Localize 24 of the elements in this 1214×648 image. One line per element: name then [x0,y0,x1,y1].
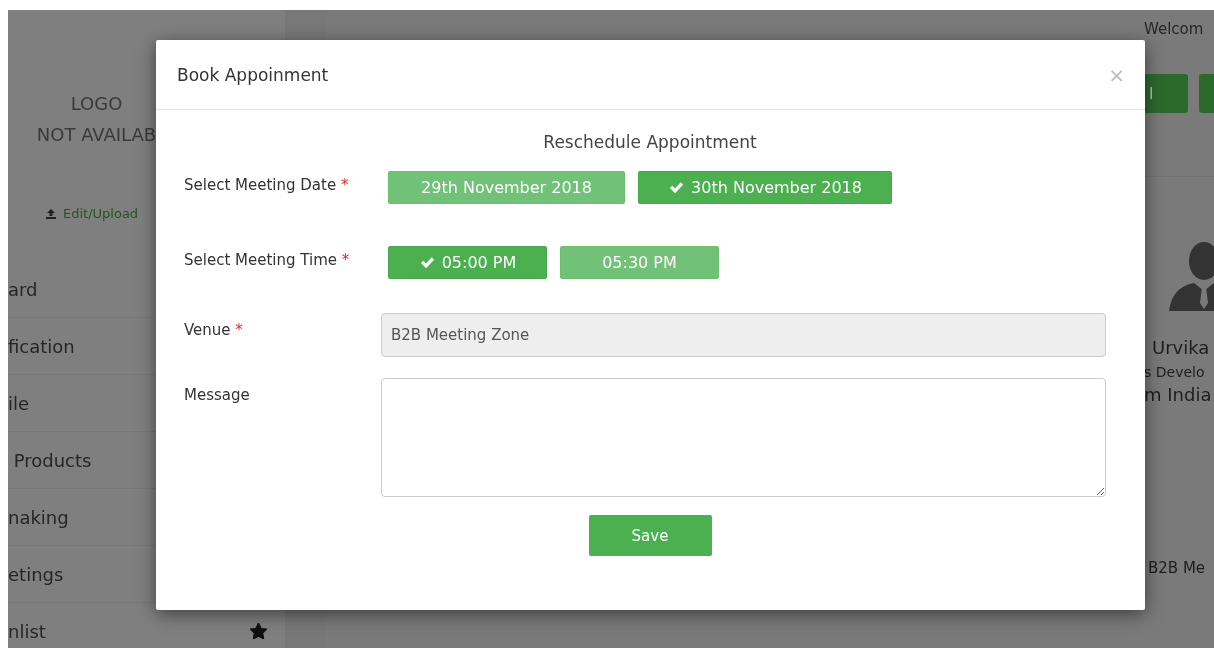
modal-title: Book Appoinment [177,64,329,85]
profile-role: s Develo [1144,364,1206,380]
check-icon [418,255,436,270]
header-button[interactable] [1199,74,1214,113]
venue-field[interactable]: B2B Meeting Zone [381,313,1106,357]
profile-company: m India [1144,384,1213,405]
profile-name: Urvika [1152,337,1211,358]
date-option[interactable]: 29th November 2018 [388,171,625,204]
logo-placeholder-text: NOT AVAILAB [36,123,157,147]
edit-upload-link[interactable]: Edit/Upload [45,206,285,221]
welcome-text: Welcom [1144,20,1205,38]
message-field[interactable] [381,378,1106,497]
check-icon [668,180,686,195]
save-button[interactable]: Save [588,515,712,556]
logo-placeholder-text: LOGO [70,92,123,116]
field-label: Message [184,385,251,404]
date-option[interactable]: 30th November 2018 [638,171,892,204]
field-label: Venue * [184,320,244,339]
field-label: Select Meeting Date * [184,175,350,194]
upload-icon [45,207,57,220]
time-option[interactable]: 05:00 PM [388,246,547,279]
form-heading: Reschedule Appointment [542,132,758,152]
profile-venue: B2B Me [1148,559,1207,577]
time-option[interactable]: 05:30 PM [560,246,719,279]
